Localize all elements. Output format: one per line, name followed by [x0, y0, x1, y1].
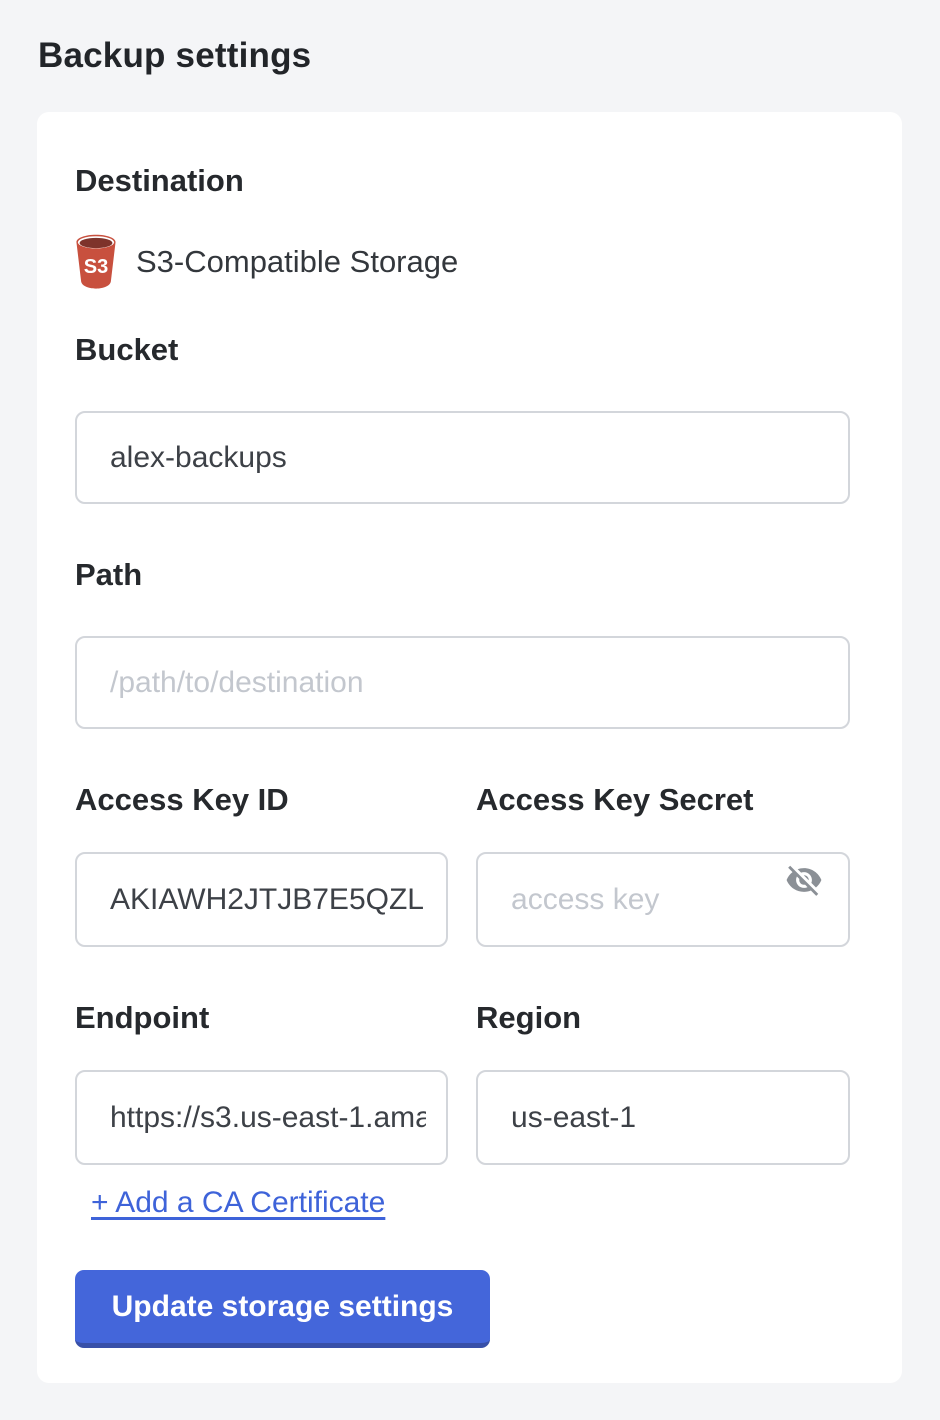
page-title: Backup settings [38, 36, 311, 76]
destination-value-row: S3 S3-Compatible Storage [75, 233, 850, 291]
endpoint-input[interactable] [75, 1070, 448, 1165]
region-label: Region [476, 999, 850, 1036]
endpoint-label: Endpoint [75, 999, 448, 1036]
access-key-secret-label: Access Key Secret [476, 781, 850, 818]
backup-settings-card: Destination S3 S3-Compatible Storage Buc… [37, 112, 902, 1383]
access-key-id-input[interactable] [75, 852, 448, 947]
access-keys-label-row: Access Key ID Access Key Secret [75, 781, 850, 818]
eye-off-icon [785, 861, 823, 899]
access-keys-input-row [75, 818, 850, 947]
update-storage-settings-button[interactable]: Update storage settings [75, 1270, 490, 1348]
add-ca-certificate-link[interactable]: + Add a CA Certificate [91, 1186, 385, 1220]
svg-text:S3: S3 [84, 256, 108, 278]
s3-bucket-icon: S3 [75, 234, 117, 291]
bucket-input[interactable] [75, 411, 850, 504]
toggle-secret-visibility-button[interactable] [784, 860, 824, 900]
backup-settings-page: Backup settings Destination S3 S3-Compat… [0, 0, 940, 1420]
path-input[interactable] [75, 636, 850, 729]
destination-value: S3-Compatible Storage [136, 244, 458, 280]
destination-label: Destination [75, 162, 850, 199]
access-key-id-label: Access Key ID [75, 781, 448, 818]
bucket-label: Bucket [75, 331, 850, 368]
endpoint-region-label-row: Endpoint Region [75, 999, 850, 1036]
region-input[interactable] [476, 1070, 850, 1165]
endpoint-region-input-row [75, 1036, 850, 1165]
path-label: Path [75, 556, 850, 593]
